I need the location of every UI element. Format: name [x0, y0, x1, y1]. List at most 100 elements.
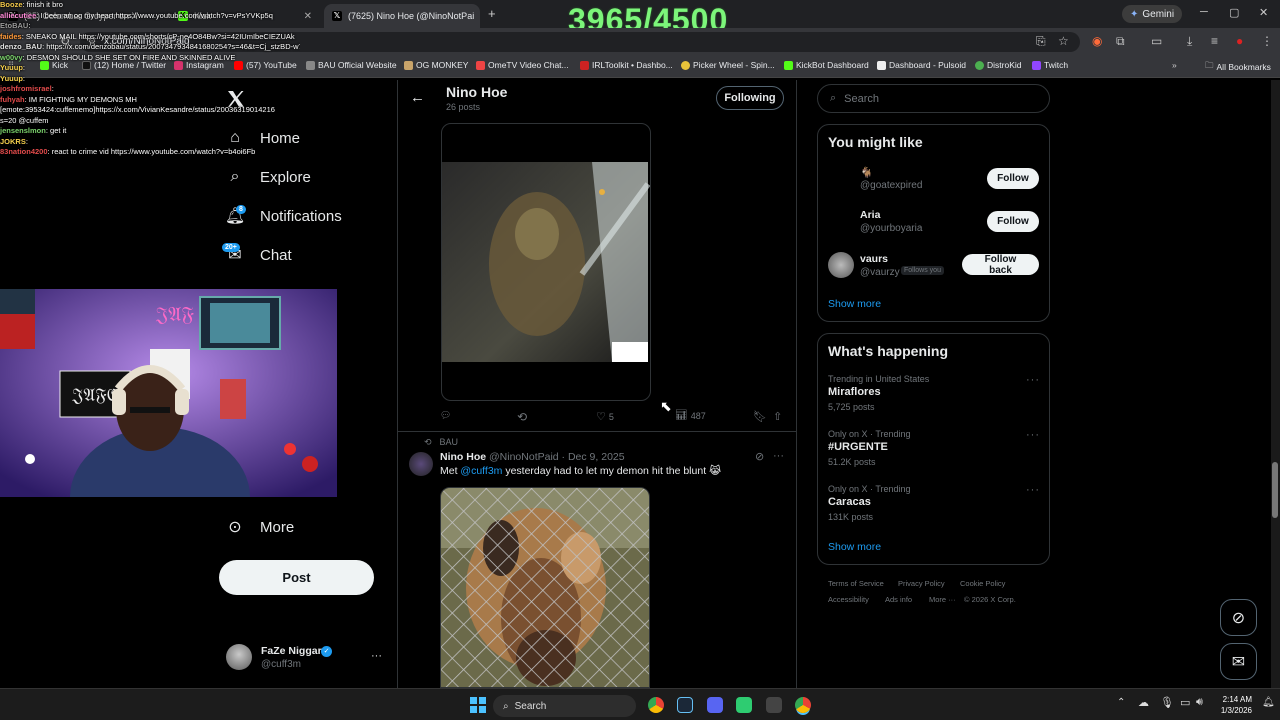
browser-menu-icon[interactable]: ⋮	[1261, 34, 1273, 48]
follow-button[interactable]: Follow	[987, 211, 1039, 232]
nav-notifications-label: Notifications	[260, 207, 342, 225]
bookmark-pulsoid[interactable]: Dashboard - Pulsoid	[877, 60, 966, 70]
post-more-icon[interactable]: ···	[773, 450, 784, 462]
extensions-puzzle-icon[interactable]: ⧉	[1116, 34, 1125, 49]
sidepanel-icon[interactable]: ▭	[1151, 34, 1162, 48]
footer-privacy-link[interactable]: Privacy Policy	[898, 579, 945, 588]
show-more-trends-link[interactable]: Show more	[828, 541, 881, 553]
bookmark-og-monkey[interactable]: OG MONKEY	[404, 60, 468, 70]
nav-more[interactable]: ⊙ More	[226, 518, 294, 537]
profile-avatar-icon[interactable]: ●	[1236, 34, 1243, 48]
chrome-active-icon[interactable]	[795, 697, 811, 713]
post-author-handle[interactable]: @NinoNotPaid	[489, 451, 559, 463]
suggestion-name[interactable]: Aria	[860, 209, 880, 221]
goat-photo-image	[441, 488, 649, 687]
suggestion-handle[interactable]: @yourboyaria	[860, 223, 922, 234]
browser-tab-3[interactable]: 𝕏 (7625) Nino Hoe (@NinoNotPai ✕	[324, 4, 480, 28]
suggestion-name[interactable]: vaurs	[860, 253, 888, 265]
views-button[interactable]: 📊︎ 487	[675, 410, 706, 421]
cloud-icon[interactable]: ☁	[1138, 696, 1149, 709]
footer-more-link[interactable]: More ···	[929, 595, 956, 604]
bookmark-twitch[interactable]: Twitch	[1032, 60, 1068, 70]
new-tab-button[interactable]: +	[488, 6, 496, 21]
back-arrow-icon[interactable]: ←	[410, 89, 425, 106]
footer-terms-link[interactable]: Terms of Service	[828, 579, 884, 588]
grok-icon[interactable]: ⊘	[755, 450, 764, 463]
search-icon: ⌕	[503, 700, 509, 712]
close-window-icon[interactable]: ✕	[1259, 6, 1268, 19]
scrollbar-thumb[interactable]	[1272, 462, 1278, 518]
download-icon[interactable]: ⤓	[1187, 34, 1192, 49]
bookmarks-overflow-icon[interactable]: »	[1172, 60, 1177, 70]
trend-more-icon[interactable]: ···	[1026, 429, 1040, 441]
show-more-suggestions-link[interactable]: Show more	[828, 298, 881, 310]
post-image[interactable]	[440, 487, 650, 688]
bookmark-irltoolkit[interactable]: IRLToolkit • Dashbo...	[580, 60, 673, 70]
bookmark-distrokid[interactable]: DistroKid	[975, 60, 1021, 70]
follow-button[interactable]: Follow	[987, 168, 1039, 189]
minimize-icon[interactable]: ─	[1200, 6, 1208, 18]
bookmark-icon[interactable]: 🔖︎	[753, 410, 767, 423]
chat-username: jensenslmon	[0, 126, 46, 135]
account-switcher[interactable]: FaZe Niggar ✓ @cuff3m ···	[226, 644, 386, 674]
taskbar-search[interactable]: ⌕ Search	[493, 695, 636, 717]
following-button[interactable]: Following	[716, 86, 784, 110]
bookmark-picker-wheel[interactable]: Picker Wheel - Spin...	[681, 60, 775, 70]
footer-ads-link[interactable]: Ads info	[885, 595, 912, 604]
discord-icon[interactable]	[707, 697, 723, 713]
picker-wheel-icon	[681, 60, 690, 70]
search-field[interactable]: ⌕ Search	[817, 84, 1050, 113]
windows-start-icon[interactable]	[470, 697, 486, 713]
like-button[interactable]: ♡ 5	[596, 410, 614, 423]
extension-icon[interactable]: ◉	[1092, 34, 1102, 48]
post-mention-link[interactable]: @cuff3m	[460, 465, 502, 477]
follow-back-button[interactable]: Follow back	[962, 254, 1039, 276]
trend-name[interactable]: #URGENTE	[828, 441, 888, 453]
app-icon[interactable]	[766, 697, 782, 713]
account-more-icon[interactable]: ···	[371, 650, 382, 662]
mic-icon[interactable]: 🎙︎	[1160, 696, 1174, 709]
repost-icon[interactable]: ⟲	[517, 410, 527, 424]
trend-name[interactable]: Miraflores	[828, 386, 881, 398]
post-avatar[interactable]	[409, 452, 433, 476]
bookmark-bau[interactable]: BAU Official Website	[306, 60, 397, 70]
trend-more-icon[interactable]: ···	[1026, 484, 1040, 496]
volume-icon[interactable]: 🔊︎	[1196, 696, 1203, 709]
chrome-icon[interactable]	[648, 697, 664, 713]
post-author-name[interactable]: Nino Hoe	[440, 451, 486, 463]
close-tab-icon[interactable]: ✕	[304, 11, 312, 22]
bookmark-kickbot[interactable]: KickBot Dashboard	[784, 60, 869, 70]
trend-name[interactable]: Caracas	[828, 496, 871, 508]
taskbar-clock[interactable]: 2:14 AM 1/3/2026	[1210, 694, 1252, 716]
post-video[interactable]	[441, 123, 651, 401]
maximize-icon[interactable]: ▢	[1229, 6, 1239, 19]
media-icon[interactable]: ≡	[1211, 34, 1218, 48]
gemini-button[interactable]: ✦ Gemini	[1122, 5, 1183, 23]
chat-message: Booze: finish it bro	[0, 0, 300, 11]
messages-fab-button[interactable]: ✉	[1220, 643, 1257, 680]
tray-chevron-icon[interactable]: ⌃	[1117, 697, 1125, 708]
clock-time: 2:14 AM	[1222, 695, 1252, 704]
page-scrollbar[interactable]	[1271, 80, 1280, 688]
post-button[interactable]: Post	[219, 560, 374, 595]
notification-bell-icon[interactable]: 🔔︎	[1262, 697, 1275, 708]
suggestion-avatar[interactable]	[828, 252, 854, 278]
post-date[interactable]: · Dec 9, 2025	[562, 451, 625, 463]
app-icon[interactable]	[736, 697, 752, 713]
bookmark-ometv[interactable]: OmeTV Video Chat...	[476, 60, 569, 70]
bookmark-star-icon[interactable]: ☆	[1058, 34, 1069, 48]
share-icon[interactable]: ⇧	[773, 410, 782, 423]
suggestion-name[interactable]: 🐐	[860, 166, 873, 179]
nav-explore[interactable]: ⌕ Explore	[226, 168, 311, 186]
steam-icon[interactable]	[677, 697, 693, 713]
footer-cookie-link[interactable]: Cookie Policy	[960, 579, 1005, 588]
suggestion-handle[interactable]: @goatexpired	[860, 180, 922, 191]
grok-fab-button[interactable]: ⊘	[1220, 599, 1257, 636]
network-icon[interactable]: ▭	[1180, 696, 1190, 709]
footer-accessibility-link[interactable]: Accessibility	[828, 595, 869, 604]
install-app-icon[interactable]: ⎘	[1036, 34, 1046, 49]
all-bookmarks[interactable]: 🗀 All Bookmarks	[1205, 60, 1271, 74]
reply-icon[interactable]: 💬︎	[440, 410, 451, 421]
trend-more-icon[interactable]: ···	[1026, 374, 1040, 386]
suggestion-handle[interactable]: @vaurzy	[860, 267, 900, 278]
